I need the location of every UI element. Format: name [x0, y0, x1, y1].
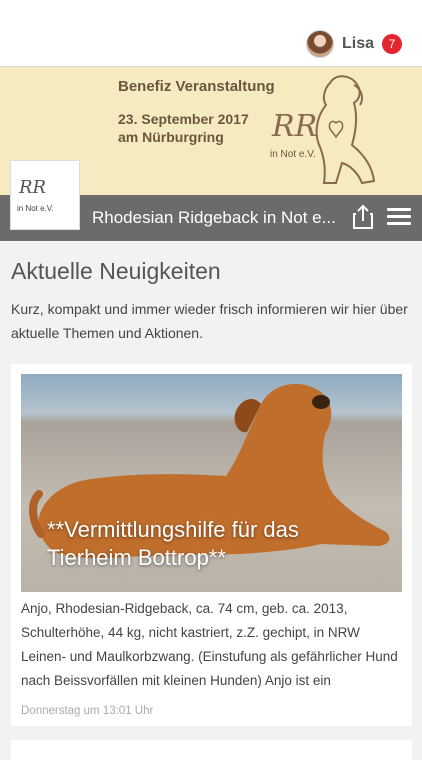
news-card[interactable]: **Vermittlungshilfe für das Tierheim Bot… [11, 364, 412, 726]
banner-location: am Nürburgring [118, 129, 224, 145]
share-icon[interactable] [352, 204, 374, 235]
top-bar: Lisa 7 [0, 0, 422, 67]
logo-monogram: RR [19, 177, 47, 198]
post-title[interactable]: **Vermittlungshilfe für das Tierheim Bot… [47, 516, 387, 572]
dog-illustration [315, 75, 376, 185]
next-news-card[interactable] [11, 740, 412, 760]
hamburger-menu-icon[interactable] [387, 208, 411, 229]
avatar[interactable] [305, 30, 334, 58]
section-heading: Aktuelle Neuigkeiten [11, 258, 221, 284]
post-excerpt: Anjo, Rhodesian-Ridgeback, ca. 74 cm, ge… [21, 601, 398, 688]
user-menu[interactable]: Lisa 7 [305, 30, 402, 58]
post-date: Donnerstag um 13:01 Uhr [21, 705, 154, 717]
username[interactable]: Lisa [342, 35, 374, 53]
app-logo[interactable]: RR in Not e.V. [10, 160, 80, 230]
news-photo[interactable]: **Vermittlungshilfe für das Tierheim Bot… [21, 374, 402, 592]
banner-date: 23. September 2017 am Nürburgring [118, 110, 249, 146]
section-intro: Kurz, kompakt und immer wieder frisch in… [11, 301, 408, 341]
banner-title: Benefiz Veranstaltung [118, 78, 275, 95]
logo-text: in Not e.V. [17, 204, 54, 213]
banner-date-line: 23. September 2017 [118, 111, 249, 127]
notification-badge[interactable]: 7 [382, 34, 402, 54]
app-title: Rhodesian Ridgeback in Not e... [92, 208, 336, 227]
